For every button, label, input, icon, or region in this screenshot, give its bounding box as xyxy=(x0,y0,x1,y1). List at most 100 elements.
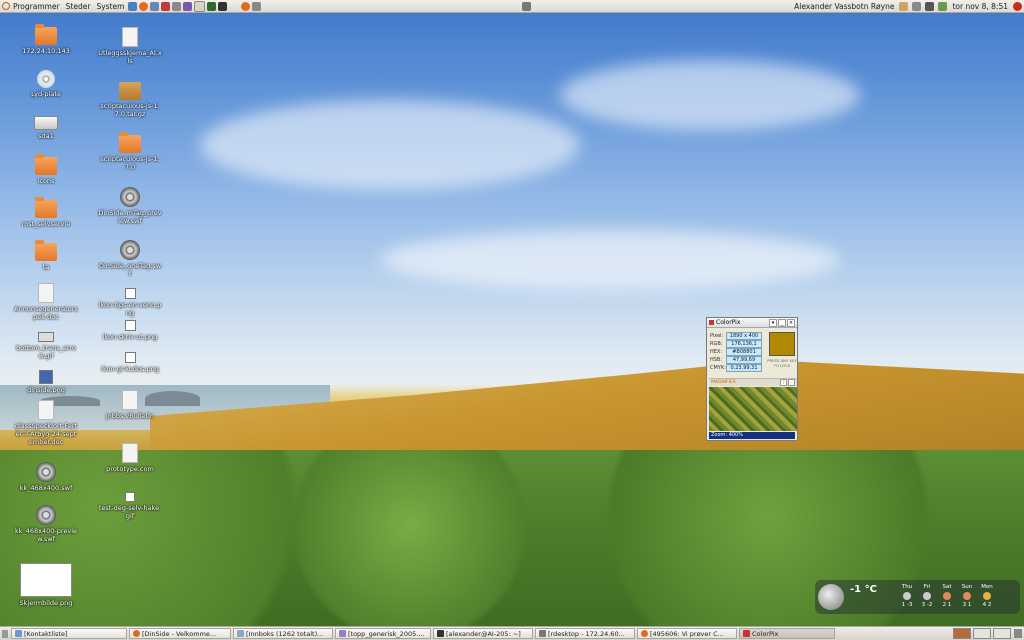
folder-icon xyxy=(119,132,141,153)
desktop-icon[interactable]: ta xyxy=(14,240,78,271)
desktop-icon[interactable]: Skjermbilde.png xyxy=(14,563,78,607)
workspace-3[interactable] xyxy=(993,628,1011,639)
launcher-music-icon[interactable] xyxy=(161,1,171,11)
desktop-icon[interactable]: prototype.com xyxy=(98,443,162,473)
launcher-chat-icon[interactable] xyxy=(183,1,193,11)
collapse-icon[interactable]: – xyxy=(788,379,795,386)
forecast-day-name: Sun xyxy=(961,584,973,590)
menu-programmer[interactable]: Programmer xyxy=(10,0,63,13)
launcher-help-icon[interactable] xyxy=(128,1,138,11)
desktop-icon[interactable]: kk_468x400.swf xyxy=(14,462,78,492)
taskbar-item[interactable]: [topp_generisk_2005.... xyxy=(335,628,431,639)
taskbar-item[interactable]: [Kontaktliste] xyxy=(11,628,127,639)
desktop-icon[interactable]: 172.24.10.143 xyxy=(14,24,78,55)
forecast-day-name: Mon xyxy=(981,584,993,590)
trash-icon[interactable] xyxy=(1014,629,1022,638)
desktop-icon[interactable]: bottom_trans_arrow.gif xyxy=(14,324,78,360)
desktop-icon[interactable]: test-deg-selv-hake.gif xyxy=(98,486,162,520)
desktop-icon[interactable]: Lyd-plate xyxy=(14,70,78,98)
launcher-app-icon[interactable] xyxy=(172,1,182,11)
archive-package-icon xyxy=(119,82,141,100)
cloud-weather-icon xyxy=(818,584,844,610)
film-reel-icon xyxy=(36,505,56,525)
colorpix-title: ColorPix xyxy=(716,319,741,326)
launcher-terminal-icon[interactable] xyxy=(218,1,228,11)
desktop-icon[interactable]: scriptaculous-js-1.7.0.tar.gz xyxy=(98,82,162,118)
desktop-icon[interactable]: rost_selvservie xyxy=(14,197,78,228)
launcher-browser-icon[interactable] xyxy=(241,1,251,11)
taskbar-item-label: [rdesktop - 172.24.60... xyxy=(548,629,625,638)
weather-widget[interactable]: -1 °C Thu 1 -3 Fri 3 -2 Sat 2 1 Sun 3 1 … xyxy=(815,580,1020,614)
launcher-calculator-icon[interactable] xyxy=(207,1,217,11)
desktop-icon[interactable]: DinSide_oneTag.swf xyxy=(98,240,162,278)
desktop-icon[interactable]: ikon-skriv-ut.png xyxy=(98,314,162,341)
ubuntu-logo-icon[interactable] xyxy=(2,2,10,10)
film-reel-icon xyxy=(120,187,140,207)
desktop-icon[interactable]: icons xyxy=(14,154,78,185)
desktop-icon[interactable]: Utleggsskjema_Al.xls xyxy=(98,27,162,65)
desktop-icon[interactable]: kk_468x400-preview.swf xyxy=(14,505,78,543)
desktop-icon-label: DinSide_mTag_preview.swf xyxy=(98,209,162,225)
menu-system[interactable]: System xyxy=(93,0,127,13)
desktop-icon-label: ta xyxy=(42,263,50,271)
tray-update-icon[interactable] xyxy=(938,1,948,11)
launcher-firefox-icon[interactable] xyxy=(139,1,149,11)
taskbar-item[interactable]: [495606: Vi prøver C... xyxy=(637,628,737,639)
window-menu-button[interactable]: ▾ xyxy=(769,318,777,327)
launcher-notes-icon[interactable] xyxy=(194,0,206,12)
close-button[interactable]: × xyxy=(787,318,795,327)
colorpix-value[interactable]: 1890 x 400 xyxy=(726,332,762,340)
colorpix-titlebar[interactable]: ColorPix ▾ _ × xyxy=(707,318,797,328)
contacts-icon xyxy=(15,630,22,637)
launcher-mail-icon[interactable] xyxy=(150,1,160,11)
desktop-icon[interactable]: ikon-gi-kudos.png xyxy=(98,346,162,373)
desktop-icon-label: kk_468x400-preview.swf xyxy=(14,527,78,543)
menu-steder[interactable]: Steder xyxy=(63,0,94,13)
workspace-1[interactable] xyxy=(953,628,971,639)
document-icon xyxy=(122,390,138,410)
power-icon[interactable] xyxy=(1013,1,1022,11)
desktop-icon[interactable]: sda1 xyxy=(14,112,78,140)
desktop-icon-label: Annonsegeneratorspek.doc xyxy=(14,305,78,321)
show-desktop-icon[interactable] xyxy=(2,629,8,638)
tray-network-icon[interactable] xyxy=(925,1,935,11)
help-icon[interactable]: ? xyxy=(780,379,787,386)
desktop-icon[interactable]: DinSide_mTag_preview.swf xyxy=(98,187,162,225)
taskbar-item[interactable]: [Innboks (1262 totalt)... xyxy=(233,628,333,639)
desktop-icon-label: icons xyxy=(37,177,55,185)
desktop-icon[interactable]: scriptaculous-js-1.7.0 xyxy=(98,132,162,171)
clock[interactable]: tor nov 8, 8:51 xyxy=(949,0,1011,13)
taskbar-item-label: ColorPix xyxy=(752,629,779,638)
colorpix-value[interactable]: 176,136,1 xyxy=(726,340,762,348)
colorpix-value[interactable]: #B08801 xyxy=(726,348,762,356)
taskbar-item[interactable]: [DinSide - Velkomme... xyxy=(129,628,231,639)
desktop-icon[interactable]: ikon-tips-en-venn.png xyxy=(98,282,162,317)
screenshot-thumbnail-icon xyxy=(20,563,72,597)
colorpix-value[interactable]: 47,99,69 xyxy=(726,356,762,364)
taskbar-item-label: [alexander@AI-205: ~] xyxy=(446,629,521,638)
browser-icon xyxy=(133,630,140,637)
forecast-icon xyxy=(943,592,951,600)
desktop-icon-label: rost_selvservie xyxy=(21,220,71,228)
colorpix-window[interactable]: ColorPix ▾ _ × Pixel: 1890 x 400 RGB: 17… xyxy=(706,317,798,441)
desktop-icon[interactable]: dinside.png xyxy=(14,366,78,394)
magnifier-label: MAGNIFIER xyxy=(711,380,736,385)
user-name[interactable]: Alexander Vassbotn Røyne xyxy=(791,0,897,13)
workspace-2[interactable] xyxy=(973,628,991,639)
desktop-icon[interactable]: glassSpecklort-Ferter-il-Arbyg-24-septem… xyxy=(14,400,78,446)
zoom-select[interactable]: Zoom: 400% xyxy=(709,432,795,439)
desktop-icon-label: Utleggsskjema_Al.xls xyxy=(98,49,162,65)
minimize-button[interactable]: _ xyxy=(778,318,786,327)
colorpix-key: CMYK: xyxy=(710,365,726,371)
panel-center-icon[interactable] xyxy=(522,1,532,11)
desktop-icon[interactable]: Annonsegeneratorspek.doc xyxy=(14,283,78,321)
forecast-temps: 1 -3 xyxy=(901,602,913,608)
taskbar-item[interactable]: [alexander@AI-205: ~] xyxy=(433,628,533,639)
colorpix-value[interactable]: 0,23,99,31 xyxy=(726,364,762,372)
taskbar-item-active[interactable]: ColorPix xyxy=(739,628,835,639)
desktop-icon[interactable]: jobbs.vBulletin xyxy=(98,390,162,420)
taskbar-item[interactable]: [rdesktop - 172.24.60... xyxy=(535,628,635,639)
tray-weather-icon[interactable] xyxy=(899,1,909,11)
tray-volume-icon[interactable] xyxy=(912,1,922,11)
launcher-tool-icon[interactable] xyxy=(252,1,262,11)
